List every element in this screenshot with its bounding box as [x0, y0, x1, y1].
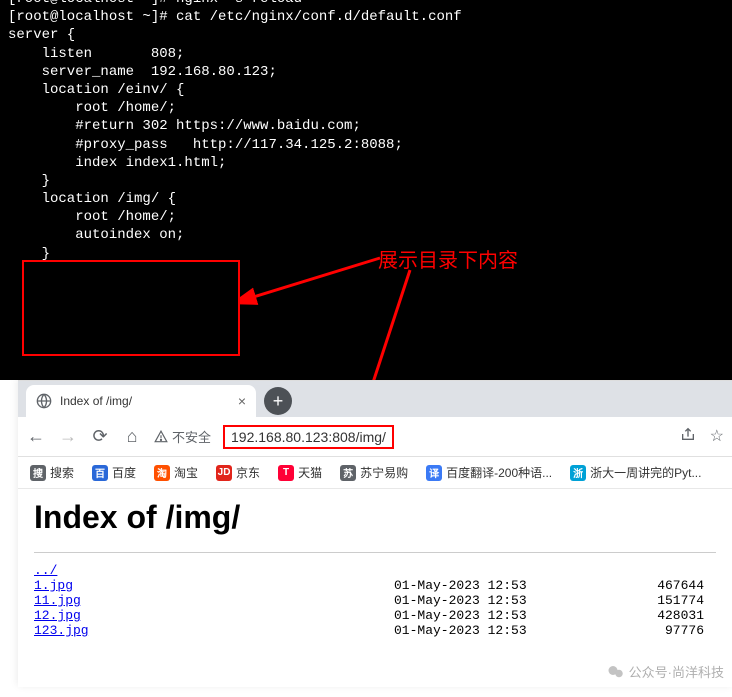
security-label-text: 不安全: [172, 427, 211, 446]
bookmark-favicon: T: [278, 465, 294, 481]
annotation-text: 展示目录下内容: [378, 244, 518, 273]
bookmark-label: 百度翻译-200种语...: [446, 464, 552, 481]
browser-toolbar: ← → ⟳ ⌂ 不安全 192.168.80.123:808/img/ ☆: [18, 417, 732, 457]
bookmark-favicon: 浙: [570, 465, 586, 481]
bookmark-item[interactable]: 苏苏宁易购: [340, 464, 408, 481]
browser-tab[interactable]: Index of /img/ ×: [26, 385, 256, 417]
file-size: 467644: [634, 578, 704, 593]
terminal-line: }: [8, 172, 724, 190]
bookmark-item[interactable]: 译百度翻译-200种语...: [426, 464, 552, 481]
bookmark-label: 百度: [112, 464, 136, 481]
file-date: 01-May-2023 12:53: [394, 623, 634, 638]
bookmark-item[interactable]: JD京东: [216, 464, 260, 481]
bookmark-label: 浙大一周讲完的Pyt...: [590, 464, 701, 481]
home-button[interactable]: ⌂: [122, 426, 142, 447]
bookmark-item[interactable]: 百百度: [92, 464, 136, 481]
file-link[interactable]: 123.jpg: [34, 623, 394, 638]
terminal-line: [root@localhost ~]# cat /etc/nginx/conf.…: [8, 8, 724, 26]
file-link[interactable]: 1.jpg: [34, 578, 394, 593]
bookmark-label: 搜索: [50, 464, 74, 481]
highlight-box-code: [22, 260, 240, 356]
terminal-line: autoindex on;: [8, 226, 724, 244]
terminal-line: location /img/ {: [8, 190, 724, 208]
terminal-line: listen 808;: [8, 45, 724, 63]
bookmark-favicon: 译: [426, 465, 442, 481]
bookmark-item[interactable]: 浙浙大一周讲完的Pyt...: [570, 464, 701, 481]
globe-icon: [36, 393, 52, 409]
bookmark-favicon: 搜: [30, 465, 46, 481]
divider: [34, 552, 716, 553]
back-button[interactable]: ←: [26, 426, 46, 447]
terminal-line: #return 302 https://www.baidu.com;: [8, 117, 724, 135]
file-link[interactable]: 12.jpg: [34, 608, 394, 623]
tab-close-button[interactable]: ×: [238, 393, 246, 409]
terminal-line: [root@localhost ~]# nginx -s reload: [8, 0, 724, 8]
url-bar[interactable]: 192.168.80.123:808/img/: [223, 425, 394, 449]
file-size: 428031: [634, 608, 704, 623]
watermark-text: 公众号·尚洋科技: [629, 662, 724, 681]
watermark: 公众号·尚洋科技: [607, 662, 724, 681]
bookmark-label: 淘宝: [174, 464, 198, 481]
bookmark-label: 京东: [236, 464, 260, 481]
file-row: 12.jpg01-May-2023 12:53428031: [34, 608, 716, 623]
page-heading: Index of /img/: [34, 499, 716, 536]
warning-icon: [154, 430, 168, 444]
tab-bar: Index of /img/ × +: [18, 381, 732, 417]
bookmark-favicon: 百: [92, 465, 108, 481]
browser-window: Index of /img/ × + ← → ⟳ ⌂ 不安全 192.168.8…: [18, 380, 732, 687]
file-row: 123.jpg01-May-2023 12:5397776: [34, 623, 716, 638]
terminal-line: #proxy_pass http://117.34.125.2:8088;: [8, 136, 724, 154]
bookmark-favicon: 淘: [154, 465, 170, 481]
forward-button[interactable]: →: [58, 426, 78, 447]
file-row: 1.jpg01-May-2023 12:53467644: [34, 578, 716, 593]
bookmark-item[interactable]: T天猫: [278, 464, 322, 481]
star-icon[interactable]: ☆: [710, 426, 724, 447]
file-listing: ../ 1.jpg01-May-2023 12:5346764411.jpg01…: [34, 563, 716, 638]
parent-dir-link[interactable]: ../: [34, 563, 394, 578]
terminal-line: location /einv/ {: [8, 81, 724, 99]
tab-title: Index of /img/: [60, 394, 230, 408]
file-row: 11.jpg01-May-2023 12:53151774: [34, 593, 716, 608]
terminal-line: root /home/;: [8, 99, 724, 117]
reload-button[interactable]: ⟳: [90, 426, 110, 447]
terminal-line: index index1.html;: [8, 154, 724, 172]
toolbar-right: ☆: [680, 426, 724, 447]
terminal: [root@localhost ~]# nginx -s reload [roo…: [0, 0, 732, 380]
bookmark-item[interactable]: 搜搜索: [30, 464, 74, 481]
bookmark-favicon: JD: [216, 465, 232, 481]
terminal-line: server {: [8, 26, 724, 44]
wechat-icon: [607, 663, 625, 681]
terminal-line: server_name 192.168.80.123;: [8, 63, 724, 81]
share-icon[interactable]: [680, 426, 696, 447]
file-date: 01-May-2023 12:53: [394, 578, 634, 593]
security-indicator[interactable]: 不安全: [154, 427, 211, 446]
bookmark-label: 天猫: [298, 464, 322, 481]
bookmark-item[interactable]: 淘淘宝: [154, 464, 198, 481]
page-content: Index of /img/ ../ 1.jpg01-May-2023 12:5…: [18, 489, 732, 648]
file-date: 01-May-2023 12:53: [394, 608, 634, 623]
file-size: 97776: [634, 623, 704, 638]
file-date: 01-May-2023 12:53: [394, 593, 634, 608]
new-tab-button[interactable]: +: [264, 387, 292, 415]
terminal-line: root /home/;: [8, 208, 724, 226]
bookmark-label: 苏宁易购: [360, 464, 408, 481]
bookmark-favicon: 苏: [340, 465, 356, 481]
bookmarks-bar: 搜搜索 百百度 淘淘宝 JD京东 T天猫 苏苏宁易购 译百度翻译-200种语... 浙浙大一周…: [18, 457, 732, 489]
file-link[interactable]: 11.jpg: [34, 593, 394, 608]
file-size: 151774: [634, 593, 704, 608]
